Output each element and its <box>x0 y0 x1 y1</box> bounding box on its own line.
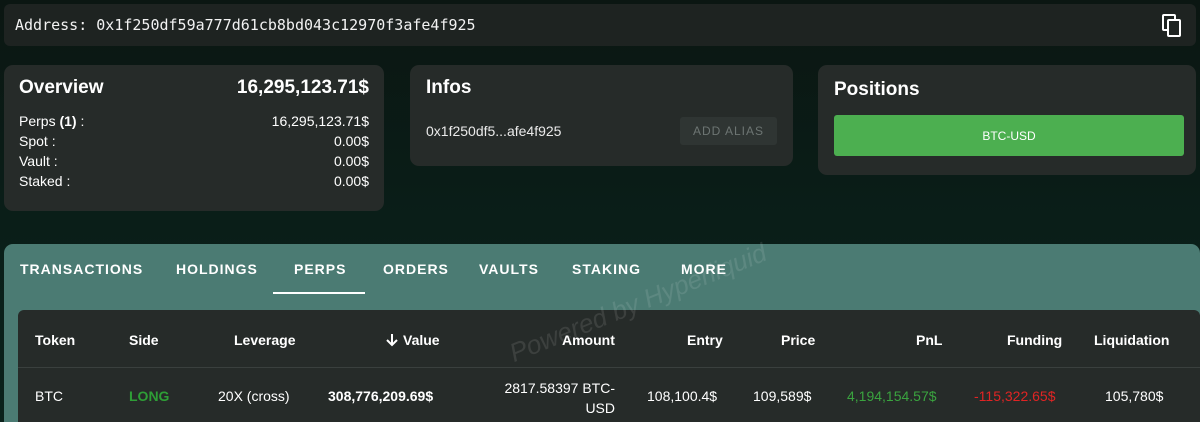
overview-row-perps: Perps (1) : 16,295,123.71$ <box>19 111 369 131</box>
active-tab-indicator <box>273 292 365 294</box>
address-text: Address: 0x1f250df59a777d61cb8bd043c1297… <box>15 16 476 34</box>
tab-transactions[interactable]: TRANSACTIONS <box>20 261 143 277</box>
overview-row-vault: Vault : 0.00$ <box>19 151 369 171</box>
header-divider <box>18 367 1200 368</box>
overview-row-staked: Staked : 0.00$ <box>19 171 369 191</box>
cell-value: 308,776,209.69$ <box>328 388 434 404</box>
overview-title: Overview <box>19 77 104 98</box>
cell-entry: 108,100.4$ <box>647 388 718 404</box>
tab-perps[interactable]: PERPS <box>294 261 346 277</box>
vault-value: 0.00$ <box>333 153 369 169</box>
infos-address: 0x1f250df5...afe4f925 <box>426 123 562 139</box>
positions-title: Positions <box>834 79 920 100</box>
tabs-panel: TRANSACTIONS HOLDINGS PERPS ORDERS VAULT… <box>4 244 1200 422</box>
cell-leverage: 20X (cross) <box>218 388 290 404</box>
perps-count: (1) <box>59 113 77 129</box>
cell-liquidation: 105,780$ <box>1105 388 1164 404</box>
spot-value: 0.00$ <box>333 133 369 149</box>
overview-card: Overview 16,295,123.71$ Perps (1) : 16,2… <box>4 65 384 211</box>
address-bar: Address: 0x1f250df59a777d61cb8bd043c1297… <box>4 4 1196 46</box>
add-alias-button[interactable]: ADD ALIAS <box>680 117 777 145</box>
tab-orders[interactable]: ORDERS <box>383 261 449 277</box>
vault-label: Vault : <box>19 153 58 169</box>
tab-more[interactable]: MORE <box>681 261 727 277</box>
header-funding[interactable]: Funding <box>1007 332 1062 348</box>
tab-staking[interactable]: STAKING <box>572 261 641 277</box>
header-side[interactable]: Side <box>129 332 159 348</box>
header-pnl[interactable]: PnL <box>916 332 942 348</box>
header-amount[interactable]: Amount <box>562 332 615 348</box>
positions-card: Positions BTC-USD <box>818 65 1196 175</box>
tab-holdings[interactable]: HOLDINGS <box>176 261 258 277</box>
perps-value: 16,295,123.71$ <box>271 113 369 129</box>
cell-amount-line2: USD <box>585 400 615 416</box>
cell-amount-line1: 2817.58397 BTC- <box>504 380 615 396</box>
perps-label: Perps <box>19 113 60 129</box>
staked-value: 0.00$ <box>333 173 369 189</box>
cell-side: LONG <box>129 388 170 404</box>
tab-vaults[interactable]: VAULTS <box>479 261 539 277</box>
cell-funding: -115,322.65$ <box>974 388 1056 404</box>
header-price[interactable]: Price <box>781 332 815 348</box>
overview-row-spot: Spot : 0.00$ <box>19 131 369 151</box>
overview-total: 16,295,123.71$ <box>236 77 369 98</box>
infos-title: Infos <box>426 77 472 98</box>
spot-label: Spot : <box>19 133 56 149</box>
infos-card: Infos 0x1f250df5...afe4f925 ADD ALIAS <box>410 65 793 166</box>
header-value[interactable]: Value <box>385 332 440 348</box>
perps-table: Token Side Leverage Value Amount Entry P… <box>18 310 1200 422</box>
cell-pnl: 4,194,154.57$ <box>847 388 937 404</box>
header-entry[interactable]: Entry <box>687 332 723 348</box>
perps-label-suffix: : <box>76 113 85 129</box>
cell-price: 109,589$ <box>753 388 812 404</box>
header-token[interactable]: Token <box>35 332 75 348</box>
cell-amount: 2817.58397 BTC- USD <box>501 378 615 418</box>
header-value-label: Value <box>403 332 440 348</box>
header-liquidation[interactable]: Liquidation <box>1094 332 1169 348</box>
position-btc-usd-button[interactable]: BTC-USD <box>834 115 1184 156</box>
staked-label: Staked : <box>19 173 71 189</box>
cell-token: BTC <box>35 388 63 404</box>
copy-icon[interactable] <box>1162 14 1182 38</box>
header-leverage[interactable]: Leverage <box>234 332 295 348</box>
arrow-down-icon <box>386 334 398 347</box>
